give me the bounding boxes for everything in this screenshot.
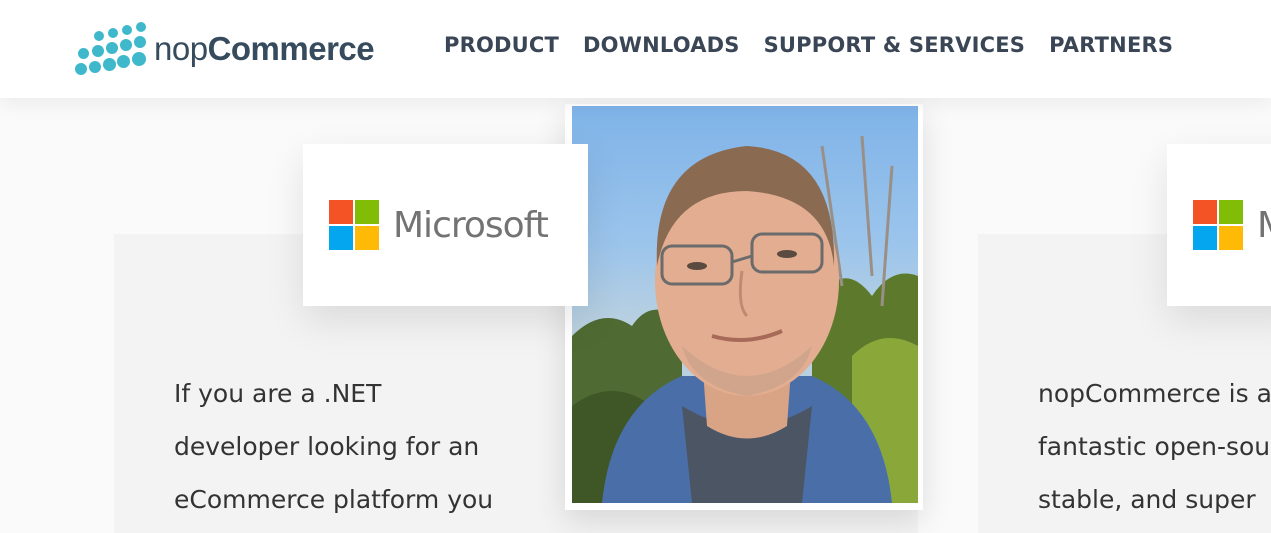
dots-logo-icon xyxy=(74,22,148,76)
nav-product[interactable]: PRODUCT xyxy=(444,33,559,57)
site-header: nopCommerce PRODUCT DOWNLOADS SUPPORT & … xyxy=(0,0,1271,98)
testimonial-line: nopCommerce is a xyxy=(1038,379,1271,408)
company-name: Microsoft xyxy=(393,204,549,246)
logo-wordmark: nopCommerce xyxy=(154,30,375,68)
company-logo-box: M xyxy=(1167,144,1271,306)
testimonial-line: If you are a .NET xyxy=(174,379,382,408)
testimonial-line: fantastic open-sou xyxy=(1038,432,1271,461)
company-logo-box: Microsoft xyxy=(303,144,588,306)
testimonial-text: nopCommerce is a fantastic open-sou stab… xyxy=(1038,367,1271,526)
person-photo xyxy=(572,106,918,503)
testimonial-text: If you are a .NET developer looking for … xyxy=(174,367,554,526)
nopcommerce-logo[interactable]: nopCommerce xyxy=(74,22,375,76)
testimonial-line: developer looking for an xyxy=(174,432,480,461)
testimonial-line: stable, and super xyxy=(1038,485,1256,514)
testimonial-line: eCommerce platform you xyxy=(174,485,494,514)
nav-support-services[interactable]: SUPPORT & SERVICES xyxy=(764,33,1026,57)
person-photo-frame xyxy=(565,104,923,510)
microsoft-logo-icon xyxy=(1193,200,1243,250)
logo-prefix: nop xyxy=(154,30,208,67)
nav-downloads[interactable]: DOWNLOADS xyxy=(583,33,740,57)
logo-suffix: Commerce xyxy=(207,30,375,67)
microsoft-logo-icon xyxy=(329,200,379,250)
company-name: M xyxy=(1257,205,1271,246)
nav-partners[interactable]: PARTNERS xyxy=(1049,33,1173,57)
main-nav: PRODUCT DOWNLOADS SUPPORT & SERVICES PAR… xyxy=(444,33,1197,57)
